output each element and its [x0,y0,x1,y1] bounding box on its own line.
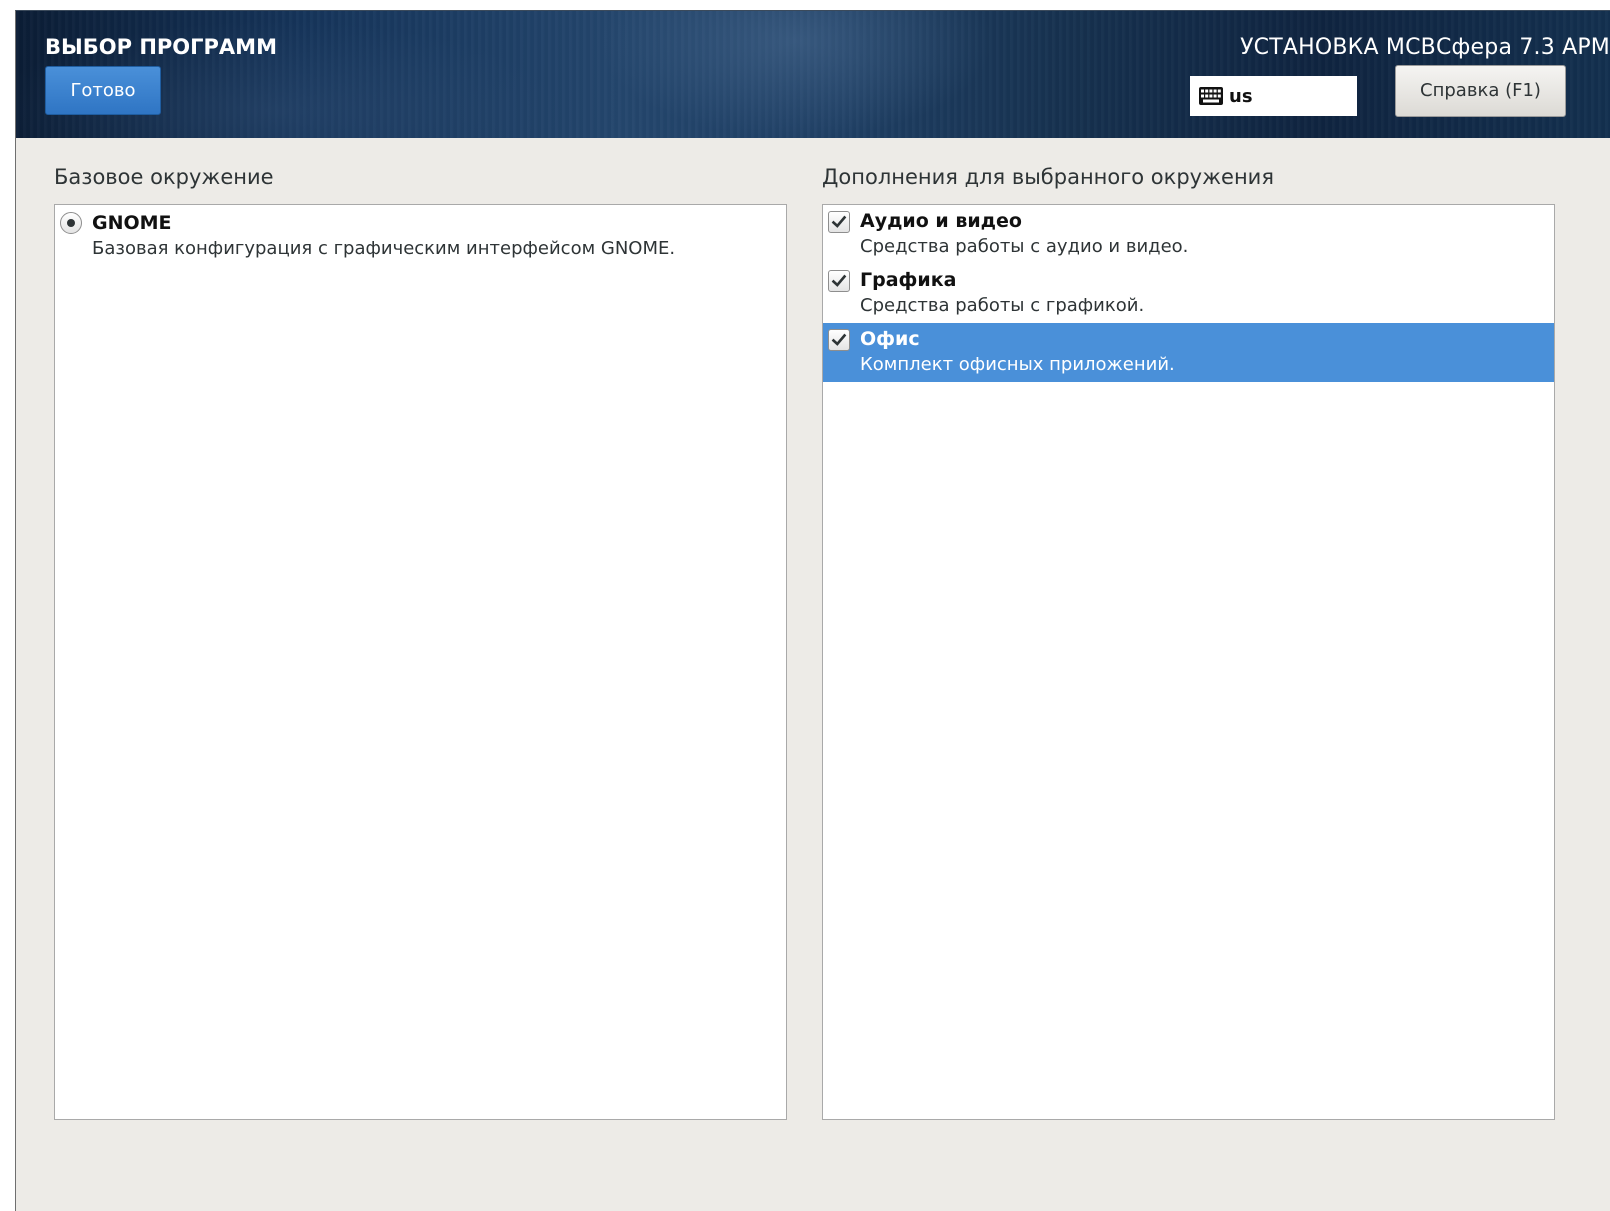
addon-title: Графика [860,269,957,291]
addon-description: Средства работы с графикой. [860,295,1145,316]
checkbox-checked[interactable] [828,329,850,351]
product-title: УСТАНОВКА МСВСфера 7.3 АРМ [1240,35,1610,60]
addon-title: Офис [860,328,920,350]
addons-list: Аудио и видео Средства работы с аудио и … [822,204,1555,1120]
base-environment-list: GNOME Базовая конфигурация с графическим… [54,204,787,1120]
keyboard-icon [1199,87,1223,105]
page-title: ВЫБОР ПРОГРАММ [45,35,277,59]
environment-title: GNOME [92,212,172,234]
addon-description: Средства работы с аудио и видео. [860,236,1189,257]
environment-description: Базовая конфигурация с графическим интер… [92,238,676,259]
header-bar: ВЫБОР ПРОГРАММ Готово УСТАНОВКА МСВСфера… [16,11,1610,138]
checkbox-checked[interactable] [828,270,850,292]
done-button[interactable]: Готово [45,66,161,115]
installer-window: ВЫБОР ПРОГРАММ Готово УСТАНОВКА МСВСфера… [15,10,1610,1211]
keyboard-layout-indicator[interactable]: us [1190,76,1357,116]
help-button[interactable]: Справка (F1) [1395,65,1566,117]
radio-button-selected[interactable] [60,212,82,234]
base-environment-label: Базовое окружение [54,165,274,189]
checkbox-checked[interactable] [828,211,850,233]
addons-label: Дополнения для выбранного окружения [822,165,1274,189]
addon-item-audio-video[interactable]: Аудио и видео Средства работы с аудио и … [823,205,1554,264]
addon-item-graphics[interactable]: Графика Средства работы с графикой. [823,264,1554,323]
addon-description: Комплект офисных приложений. [860,354,1175,375]
keyboard-layout-label: us [1229,85,1253,107]
addon-item-office[interactable]: Офис Комплект офисных приложений. [823,323,1554,382]
addon-title: Аудио и видео [860,210,1022,232]
environment-item-gnome[interactable]: GNOME Базовая конфигурация с графическим… [55,205,786,267]
